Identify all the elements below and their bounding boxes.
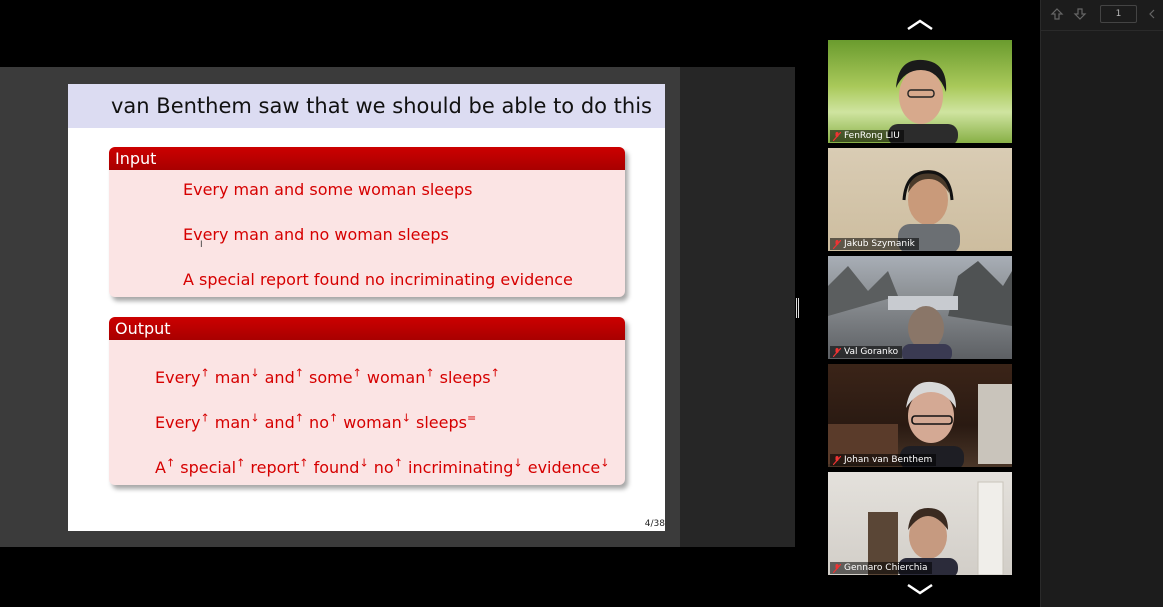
output-block: Output Every↑ man↓ and↑ some↑ woman↑ sle… xyxy=(109,317,625,485)
polarity-mark: ↑ xyxy=(393,457,403,470)
participant-video xyxy=(898,170,960,251)
polarity-mark: ↑ xyxy=(328,412,339,425)
video-tile[interactable]: Jakub Szymanik xyxy=(828,148,1012,251)
polarity-mark: ↓ xyxy=(250,367,260,380)
video-tile[interactable]: Johan van Benthem xyxy=(828,364,1012,467)
polarity-mark: ↑ xyxy=(294,412,304,425)
arrow-up-icon[interactable] xyxy=(1050,7,1064,21)
polarity-mark: = xyxy=(466,412,477,425)
polarity-mark: ↑ xyxy=(425,367,435,380)
video-tile[interactable]: Val Goranko xyxy=(828,256,1012,359)
slide-page-number: 4/38 xyxy=(644,519,665,529)
annotated-word: some↑ xyxy=(309,367,362,388)
video-tile[interactable]: FenRong LIU xyxy=(828,40,1012,143)
polarity-mark: ↓ xyxy=(359,457,369,470)
annotated-word: man↓ xyxy=(214,367,260,388)
presentation-slide: van Benthem saw that we should be able t… xyxy=(68,84,665,531)
annotated-word: found↓ xyxy=(313,457,369,478)
text-cursor: I xyxy=(200,240,203,250)
output-line: Every↑ man↓ and↑ no↑ woman↓ sleeps= xyxy=(155,412,476,432)
input-line: Every man and some woman sleeps xyxy=(183,180,473,199)
page-number-field[interactable]: 1 xyxy=(1100,5,1137,23)
shared-screen-margin xyxy=(680,67,795,547)
annotated-word: and↑ xyxy=(264,412,304,433)
polarity-mark: ↑ xyxy=(200,412,210,425)
polarity-mark: ↓ xyxy=(401,412,411,425)
mic-muted-icon xyxy=(833,456,841,465)
annotated-word: A↑ xyxy=(155,457,176,478)
polarity-mark: ↑ xyxy=(299,457,309,470)
polarity-mark: ↑ xyxy=(490,367,500,380)
annotated-word: and↑ xyxy=(264,367,304,388)
polarity-mark: ↑ xyxy=(200,367,210,380)
slide-title-bar: van Benthem saw that we should be able t… xyxy=(68,84,665,128)
polarity-mark: ↑ xyxy=(294,367,304,380)
participant-video xyxy=(828,381,1012,467)
participant-video xyxy=(868,481,1004,575)
mic-muted-icon xyxy=(833,132,841,141)
annotated-word: report↑ xyxy=(250,457,309,478)
mic-muted-icon xyxy=(833,348,841,357)
participant-name: Jakub Szymanik xyxy=(830,238,919,250)
annotated-word: no↑ xyxy=(309,412,339,433)
output-heading: Output xyxy=(109,317,625,340)
annotated-word: Every↑ xyxy=(155,367,210,388)
video-tile[interactable]: Gennaro Chierchia xyxy=(828,472,1012,575)
output-line: A↑ special↑ report↑ found↓ no↑ incrimina… xyxy=(155,457,610,477)
splitter-handle[interactable] xyxy=(796,298,799,318)
annotated-word: woman↓ xyxy=(343,412,411,433)
arrow-down-icon[interactable] xyxy=(1073,7,1087,21)
input-heading: Input xyxy=(109,147,625,170)
slide-title: van Benthem saw that we should be able t… xyxy=(111,94,652,118)
annotated-word: no↑ xyxy=(373,457,403,478)
annotated-word: woman↑ xyxy=(366,367,435,388)
polarity-mark: ↑ xyxy=(352,367,362,380)
chevron-up-icon[interactable] xyxy=(905,18,935,32)
polarity-mark: ↓ xyxy=(600,457,610,470)
mic-muted-icon xyxy=(833,564,841,573)
output-line: Every↑ man↓ and↑ some↑ woman↑ sleeps↑ xyxy=(155,367,500,387)
input-block: Input Every man and some woman sleeps Ev… xyxy=(109,147,625,297)
annotated-word: sleeps= xyxy=(416,412,477,433)
annotated-word: sleeps↑ xyxy=(439,367,500,388)
annotated-word: incriminating↓ xyxy=(408,457,523,478)
participant-video xyxy=(888,59,958,143)
participant-video xyxy=(828,261,1012,359)
side-panel: 1 xyxy=(1040,0,1163,607)
side-panel-toolbar: 1 xyxy=(1041,0,1163,31)
mic-muted-icon xyxy=(833,240,841,249)
annotated-word: special↑ xyxy=(180,457,246,478)
participant-name: Johan van Benthem xyxy=(830,454,937,466)
input-line: Every man and no woman sleeps xyxy=(183,225,449,244)
chevron-down-icon[interactable] xyxy=(905,582,935,596)
input-line: A special report found no incriminating … xyxy=(183,270,573,289)
chevron-left-icon[interactable] xyxy=(1145,7,1159,21)
participant-name: Val Goranko xyxy=(830,346,903,358)
participant-name: Gennaro Chierchia xyxy=(830,562,932,574)
polarity-mark: ↓ xyxy=(250,412,260,425)
annotated-word: evidence↓ xyxy=(527,457,610,478)
polarity-mark: ↑ xyxy=(236,457,246,470)
annotated-word: man↓ xyxy=(214,412,260,433)
polarity-mark: ↓ xyxy=(513,457,523,470)
annotated-word: Every↑ xyxy=(155,412,210,433)
participant-name: FenRong LIU xyxy=(830,130,904,142)
shared-screen: van Benthem saw that we should be able t… xyxy=(0,67,795,547)
polarity-mark: ↑ xyxy=(165,457,176,470)
